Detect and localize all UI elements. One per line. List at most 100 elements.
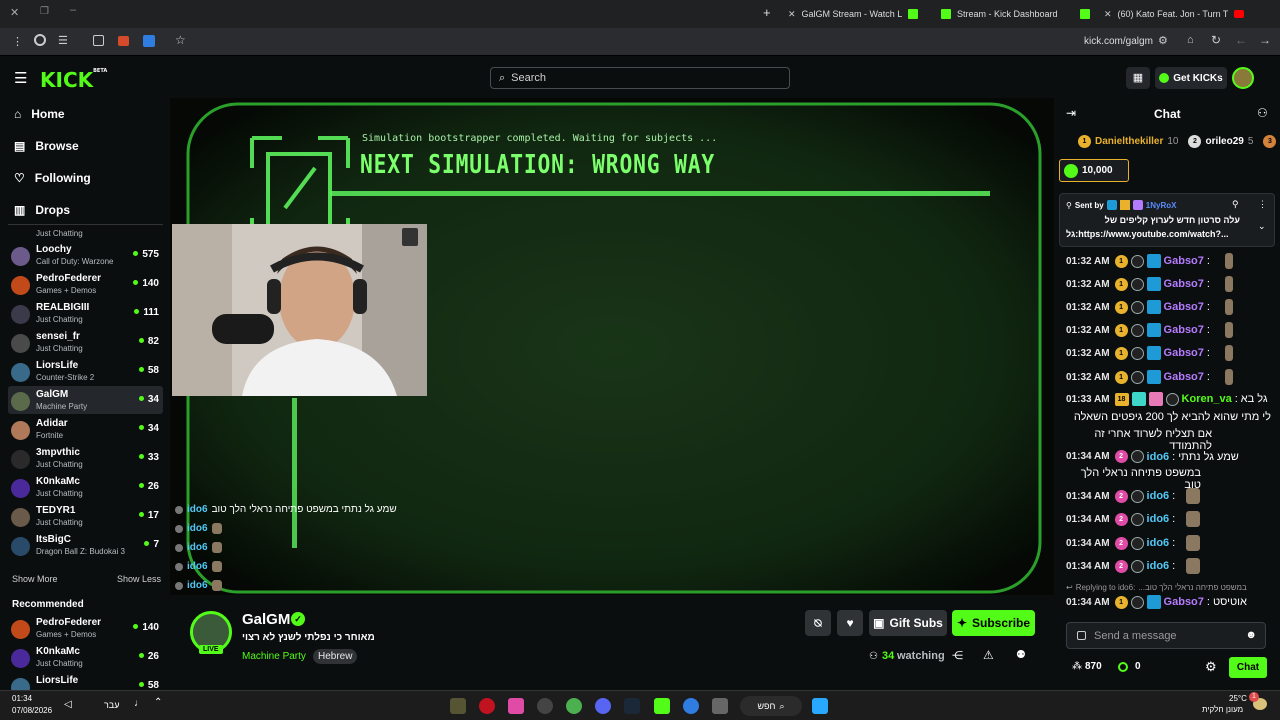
discord-icon[interactable] — [595, 698, 611, 714]
browser-tab-youtube[interactable]: ✕ (60) Kato Feat. Jon - Turn The L — [1104, 4, 1254, 24]
chrome-icon[interactable] — [566, 698, 582, 714]
chat-user[interactable]: Gabso7 — [1164, 255, 1204, 267]
home-browser-icon[interactable]: ⌂ — [1187, 34, 1194, 46]
app-icon-2[interactable] — [537, 698, 553, 714]
language-tag[interactable]: Hebrew — [313, 649, 358, 664]
back-icon[interactable]: ← — [1235, 33, 1247, 47]
extension-icon[interactable] — [143, 35, 155, 47]
live-app-icon[interactable] — [654, 698, 670, 714]
extension-icon[interactable]: ☰ — [58, 34, 68, 47]
steam-icon[interactable] — [624, 698, 640, 714]
expand-icon[interactable]: ⌄ — [1258, 221, 1266, 232]
chat-user[interactable]: ido6 — [1147, 490, 1170, 502]
extension-icon[interactable] — [34, 34, 46, 46]
share-icon[interactable]: ⋲ — [952, 649, 963, 662]
bookmark-star-icon[interactable]: ☆ — [175, 33, 186, 47]
subscribe-button[interactable]: ✦ Subscribe — [952, 610, 1035, 636]
opera-icon[interactable] — [479, 698, 495, 714]
pinned-message[interactable]: ⚲ Sent by 1NyRoX ⚲ ⋮ עלה סרטון חדש לערוץ… — [1059, 193, 1275, 247]
nav-drops[interactable]: ▥ Drops — [14, 203, 70, 217]
chat-user[interactable]: Koren_va — [1182, 393, 1232, 405]
chat-user[interactable]: ido6 — [1147, 560, 1170, 572]
chat-settings-icon[interactable]: ⚙ — [1205, 659, 1217, 675]
recommended-channel-liorslife[interactable]: LiorsLife 58 — [8, 672, 163, 690]
chat-user[interactable]: Gabso7 — [1164, 371, 1204, 383]
tiktok-icon[interactable] — [508, 698, 524, 714]
chat-user[interactable]: Gabso7 — [1164, 347, 1204, 359]
nav-home[interactable]: ⌂ Home — [14, 107, 65, 121]
following-channel-realbigiii[interactable]: REALBIGIII Just Chatting 111 — [8, 299, 163, 327]
new-tab-icon[interactable]: + — [763, 5, 771, 20]
browser-tab-dashboard[interactable]: Stream - Kick Dashboard — [941, 4, 1081, 24]
mic-icon[interactable]: ♩ — [134, 698, 144, 709]
streamer-mode-icon[interactable]: ▦ — [1126, 67, 1150, 89]
reload-icon[interactable]: ↻ — [1211, 33, 1221, 47]
close-tab-icon[interactable]: ✕ — [1104, 9, 1112, 20]
show-less-link[interactable]: Show Less — [117, 574, 161, 584]
pinned-text-2[interactable]: גל:https://www.youtube.com/watch?... — [1066, 229, 1228, 239]
following-channel-sensei[interactable]: sensei_fr Just Chatting 82 — [8, 328, 163, 356]
category-link[interactable]: Machine Party — [242, 651, 306, 662]
following-channel-3mpvthic[interactable]: 3mpvthic Just Chatting 33 — [8, 444, 163, 472]
user-avatar[interactable] — [1232, 67, 1254, 89]
following-channel-itsbigc[interactable]: ItsBigC Dragon Ball Z: Budokai 37 — [8, 531, 163, 559]
user-plus-icon[interactable]: ⚉ — [1016, 648, 1026, 661]
following-channel-adidar[interactable]: Adidar Fortnite 34 — [8, 415, 163, 443]
chat-users-icon[interactable]: ⚇ — [1257, 106, 1268, 120]
mute-notifications-button[interactable]: ⍉ — [805, 610, 831, 636]
taskbar-search[interactable]: חפש ⌕ — [740, 696, 802, 716]
chat-user[interactable]: Gabso7 — [1164, 596, 1204, 608]
chat-user[interactable]: ido6 — [1147, 451, 1170, 463]
channel-name[interactable]: GalGM — [242, 611, 290, 628]
report-icon[interactable]: ⚠ — [983, 648, 994, 662]
forward-icon[interactable]: → — [1259, 33, 1271, 47]
chat-input[interactable]: Send a message ☻ — [1066, 622, 1266, 649]
video-player[interactable]: Simulation bootstrapper completed. Waiti… — [170, 98, 1054, 595]
chat-user[interactable]: Gabso7 — [1164, 324, 1204, 336]
menu-dots-icon[interactable]: ⋮ — [12, 35, 23, 48]
chat-user[interactable]: ido6 — [1147, 537, 1170, 549]
chat-send-button[interactable]: Chat — [1229, 657, 1267, 678]
following-channel-tedyr1[interactable]: TEDYR1 Just Chatting 17 — [8, 502, 163, 530]
kicks-goal[interactable]: 10,000 — [1059, 159, 1129, 182]
gift-subs-button[interactable]: ▣ Gift Subs — [869, 610, 947, 636]
language-indicator[interactable]: עבר — [104, 700, 119, 710]
show-more-link[interactable]: Show More — [12, 574, 58, 584]
following-channel-galgm[interactable]: GalGM Machine Party 34 — [8, 386, 163, 414]
recommended-channel-k0nkamc[interactable]: K0nkaMc Just Chatting 26 — [8, 643, 163, 671]
unpin-icon[interactable]: ⚲ — [1232, 199, 1239, 210]
speaker-icon[interactable]: ◁ — [64, 699, 72, 710]
nav-following[interactable]: ♡ Following — [14, 171, 91, 185]
windows-start-icon[interactable] — [812, 698, 828, 714]
close-tab-icon[interactable]: ✕ — [788, 9, 796, 20]
search-bar[interactable]: ⌕ Search — [490, 67, 790, 89]
site-settings-icon[interactable]: ⚙ — [1158, 34, 1168, 47]
chat-user[interactable]: Gabso7 — [1164, 301, 1204, 313]
nav-browse[interactable]: ▤ Browse — [14, 139, 79, 153]
following-channel-pedrofederer[interactable]: PedroFederer Games + Demos 140 — [8, 270, 163, 298]
minimize-window-icon[interactable]: – — [70, 4, 76, 16]
emoji-icon[interactable]: ☻ — [1245, 629, 1257, 641]
chat-user[interactable]: ido6 — [1147, 513, 1170, 525]
follow-heart-button[interactable]: ♥ — [837, 610, 863, 636]
close-window-icon[interactable]: ✕ — [10, 6, 19, 19]
app-icon-1[interactable] — [450, 698, 466, 714]
following-channel-k0nkamc[interactable]: K0nkaMc Just Chatting 26 — [8, 473, 163, 501]
following-channel-loochy[interactable]: Loochy Call of Duty: Warzone 575 — [8, 241, 163, 269]
puzzle-icon[interactable] — [93, 35, 104, 46]
get-kicks-button[interactable]: Get KICKs — [1155, 67, 1227, 89]
extension-icon[interactable] — [118, 36, 129, 46]
kick-logo[interactable]: KICKBETA — [40, 68, 107, 92]
hamburger-menu-icon[interactable]: ☰ — [14, 69, 27, 87]
restore-window-icon[interactable]: ❐ — [40, 6, 49, 17]
recommended-channel-pedrofederer[interactable]: PedroFederer Games + Demos 140 — [8, 614, 163, 642]
app-icon-3[interactable] — [683, 698, 699, 714]
browser-tab-galgm[interactable]: ✕ GalGM Stream - Watch Live — [788, 4, 938, 24]
tray-chevron-icon[interactable]: ⌃ — [154, 697, 162, 708]
more-options-icon[interactable]: ⋮ — [1258, 199, 1267, 210]
chat-user[interactable]: Gabso7 — [1164, 278, 1204, 290]
url-text[interactable]: kick.com/galgm — [1084, 36, 1153, 47]
collapse-chat-icon[interactable]: ⇥ — [1066, 106, 1076, 120]
following-channel-liorslife[interactable]: LiorsLife Counter-Strike 2 58 — [8, 357, 163, 385]
calculator-icon[interactable] — [712, 698, 728, 714]
